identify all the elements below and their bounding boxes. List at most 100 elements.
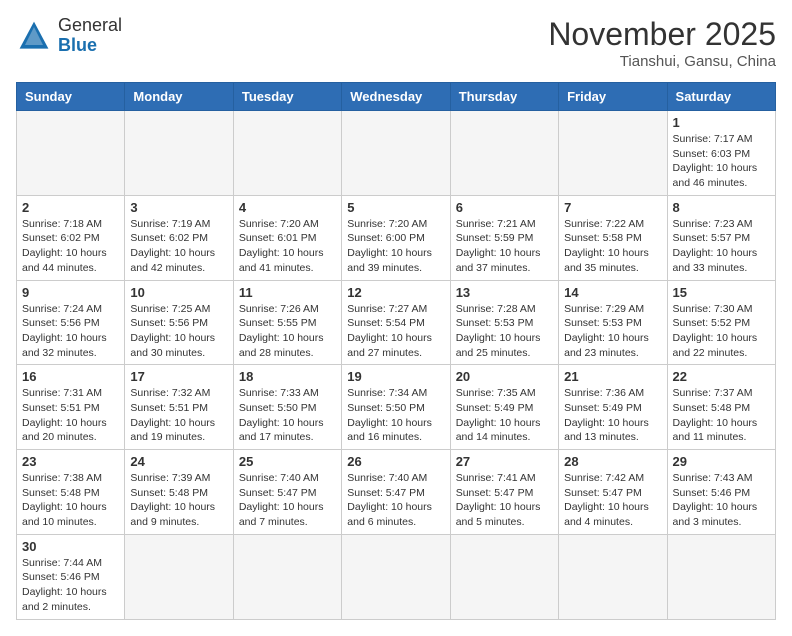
day-info: Sunrise: 7:35 AM Sunset: 5:49 PM Dayligh… <box>456 386 553 445</box>
calendar-cell: 4 Sunrise: 7:20 AM Sunset: 6:01 PM Daylig… <box>233 195 341 280</box>
day-info: Sunrise: 7:19 AM Sunset: 6:02 PM Dayligh… <box>130 217 227 276</box>
calendar-cell <box>125 534 233 619</box>
day-number: 8 <box>673 200 770 215</box>
day-number: 26 <box>347 454 444 469</box>
calendar-cell: 24 Sunrise: 7:39 AM Sunset: 5:48 PM Dayli… <box>125 450 233 535</box>
day-number: 11 <box>239 285 336 300</box>
day-number: 24 <box>130 454 227 469</box>
day-number: 2 <box>22 200 119 215</box>
calendar-cell: 15Sunrise: 7:30 AM Sunset: 5:52 PM Dayli… <box>667 280 775 365</box>
day-info: Sunrise: 7:32 AM Sunset: 5:51 PM Dayligh… <box>130 386 227 445</box>
day-info: Sunrise: 7:40 AM Sunset: 5:47 PM Dayligh… <box>347 471 444 530</box>
day-number: 18 <box>239 369 336 384</box>
day-number: 5 <box>347 200 444 215</box>
calendar-cell <box>450 534 558 619</box>
day-number: 6 <box>456 200 553 215</box>
calendar-cell: 12 Sunrise: 7:27 AM Sunset: 5:54 PM Dayli… <box>342 280 450 365</box>
day-number: 16 <box>22 369 119 384</box>
calendar-header-friday: Friday <box>559 83 667 111</box>
day-number: 1 <box>673 115 770 130</box>
calendar-cell: 8 Sunrise: 7:23 AM Sunset: 5:57 PM Daylig… <box>667 195 775 280</box>
calendar-cell: 17 Sunrise: 7:32 AM Sunset: 5:51 PM Dayli… <box>125 365 233 450</box>
location: Tianshui, Gansu, China <box>548 53 776 70</box>
calendar-cell: 18 Sunrise: 7:33 AM Sunset: 5:50 PM Dayli… <box>233 365 341 450</box>
calendar-header-sunday: Sunday <box>17 83 125 111</box>
day-info: Sunrise: 7:24 AM Sunset: 5:56 PM Dayligh… <box>22 302 119 361</box>
calendar-cell: 30Sunrise: 7:44 AM Sunset: 5:46 PM Dayli… <box>17 534 125 619</box>
day-info: Sunrise: 7:34 AM Sunset: 5:50 PM Dayligh… <box>347 386 444 445</box>
title-block: November 2025 Tianshui, Gansu, China <box>548 16 776 70</box>
day-number: 28 <box>564 454 661 469</box>
day-number: 9 <box>22 285 119 300</box>
day-info: Sunrise: 7:41 AM Sunset: 5:47 PM Dayligh… <box>456 471 553 530</box>
day-number: 10 <box>130 285 227 300</box>
logo-icon <box>16 18 52 54</box>
day-number: 25 <box>239 454 336 469</box>
calendar-cell <box>125 111 233 196</box>
day-info: Sunrise: 7:20 AM Sunset: 6:01 PM Dayligh… <box>239 217 336 276</box>
calendar-header-saturday: Saturday <box>667 83 775 111</box>
calendar-week-row: 16 Sunrise: 7:31 AM Sunset: 5:51 PM Dayli… <box>17 365 776 450</box>
day-info: Sunrise: 7:18 AM Sunset: 6:02 PM Dayligh… <box>22 217 119 276</box>
day-number: 3 <box>130 200 227 215</box>
day-info: Sunrise: 7:27 AM Sunset: 5:54 PM Dayligh… <box>347 302 444 361</box>
calendar-week-row: 2 Sunrise: 7:18 AM Sunset: 6:02 PM Daylig… <box>17 195 776 280</box>
day-info: Sunrise: 7:38 AM Sunset: 5:48 PM Dayligh… <box>22 471 119 530</box>
day-info: Sunrise: 7:43 AM Sunset: 5:46 PM Dayligh… <box>673 471 770 530</box>
day-number: 21 <box>564 369 661 384</box>
day-info: Sunrise: 7:25 AM Sunset: 5:56 PM Dayligh… <box>130 302 227 361</box>
calendar-week-row: 1Sunrise: 7:17 AM Sunset: 6:03 PM Daylig… <box>17 111 776 196</box>
calendar-cell: 10 Sunrise: 7:25 AM Sunset: 5:56 PM Dayli… <box>125 280 233 365</box>
calendar-header-monday: Monday <box>125 83 233 111</box>
calendar-cell: 27 Sunrise: 7:41 AM Sunset: 5:47 PM Dayli… <box>450 450 558 535</box>
day-number: 23 <box>22 454 119 469</box>
day-info: Sunrise: 7:40 AM Sunset: 5:47 PM Dayligh… <box>239 471 336 530</box>
day-number: 4 <box>239 200 336 215</box>
calendar-cell: 21 Sunrise: 7:36 AM Sunset: 5:49 PM Dayli… <box>559 365 667 450</box>
calendar-cell: 11Sunrise: 7:26 AM Sunset: 5:55 PM Dayli… <box>233 280 341 365</box>
calendar-cell: 6 Sunrise: 7:21 AM Sunset: 5:59 PM Daylig… <box>450 195 558 280</box>
calendar-cell: 13 Sunrise: 7:28 AM Sunset: 5:53 PM Dayli… <box>450 280 558 365</box>
day-number: 22 <box>673 369 770 384</box>
calendar-cell: 23 Sunrise: 7:38 AM Sunset: 5:48 PM Dayli… <box>17 450 125 535</box>
page-header: General Blue November 2025 Tianshui, Gan… <box>16 16 776 70</box>
calendar-cell: 2 Sunrise: 7:18 AM Sunset: 6:02 PM Daylig… <box>17 195 125 280</box>
day-number: 13 <box>456 285 553 300</box>
calendar-cell <box>450 111 558 196</box>
day-info: Sunrise: 7:20 AM Sunset: 6:00 PM Dayligh… <box>347 217 444 276</box>
day-number: 12 <box>347 285 444 300</box>
calendar-cell: 26 Sunrise: 7:40 AM Sunset: 5:47 PM Dayli… <box>342 450 450 535</box>
calendar-week-row: 9 Sunrise: 7:24 AM Sunset: 5:56 PM Daylig… <box>17 280 776 365</box>
logo: General Blue <box>16 16 122 56</box>
day-number: 19 <box>347 369 444 384</box>
calendar-cell <box>233 111 341 196</box>
day-info: Sunrise: 7:23 AM Sunset: 5:57 PM Dayligh… <box>673 217 770 276</box>
day-info: Sunrise: 7:39 AM Sunset: 5:48 PM Dayligh… <box>130 471 227 530</box>
day-number: 27 <box>456 454 553 469</box>
day-info: Sunrise: 7:42 AM Sunset: 5:47 PM Dayligh… <box>564 471 661 530</box>
day-info: Sunrise: 7:36 AM Sunset: 5:49 PM Dayligh… <box>564 386 661 445</box>
calendar-cell <box>342 534 450 619</box>
day-info: Sunrise: 7:31 AM Sunset: 5:51 PM Dayligh… <box>22 386 119 445</box>
calendar-week-row: 30Sunrise: 7:44 AM Sunset: 5:46 PM Dayli… <box>17 534 776 619</box>
calendar-cell: 7 Sunrise: 7:22 AM Sunset: 5:58 PM Daylig… <box>559 195 667 280</box>
day-info: Sunrise: 7:28 AM Sunset: 5:53 PM Dayligh… <box>456 302 553 361</box>
calendar-cell: 3 Sunrise: 7:19 AM Sunset: 6:02 PM Daylig… <box>125 195 233 280</box>
calendar-header-row: SundayMondayTuesdayWednesdayThursdayFrid… <box>17 83 776 111</box>
day-number: 7 <box>564 200 661 215</box>
day-number: 14 <box>564 285 661 300</box>
day-number: 15 <box>673 285 770 300</box>
day-number: 17 <box>130 369 227 384</box>
day-number: 30 <box>22 539 119 554</box>
calendar-cell: 25 Sunrise: 7:40 AM Sunset: 5:47 PM Dayli… <box>233 450 341 535</box>
calendar-cell <box>559 534 667 619</box>
day-info: Sunrise: 7:22 AM Sunset: 5:58 PM Dayligh… <box>564 217 661 276</box>
calendar-cell <box>342 111 450 196</box>
day-number: 20 <box>456 369 553 384</box>
calendar-cell: 5 Sunrise: 7:20 AM Sunset: 6:00 PM Daylig… <box>342 195 450 280</box>
calendar-week-row: 23 Sunrise: 7:38 AM Sunset: 5:48 PM Dayli… <box>17 450 776 535</box>
calendar-header-wednesday: Wednesday <box>342 83 450 111</box>
logo-text: General Blue <box>58 16 122 56</box>
day-info: Sunrise: 7:33 AM Sunset: 5:50 PM Dayligh… <box>239 386 336 445</box>
day-info: Sunrise: 7:21 AM Sunset: 5:59 PM Dayligh… <box>456 217 553 276</box>
